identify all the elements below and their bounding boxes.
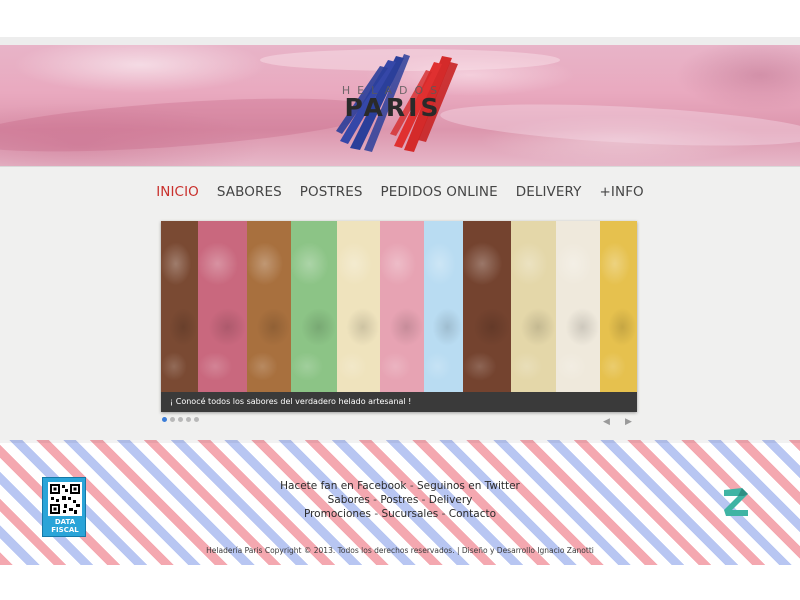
footer-link-sabores[interactable]: Sabores bbox=[328, 494, 370, 506]
banner-swirl bbox=[439, 97, 800, 153]
data-fiscal-badge[interactable]: DATA FISCAL bbox=[42, 477, 86, 537]
footer-link-contacto[interactable]: Contacto bbox=[449, 508, 496, 520]
data-fiscal-label-1: DATA bbox=[54, 518, 76, 526]
flavor-strip bbox=[463, 221, 511, 392]
slider-next-icon[interactable]: ▶ bbox=[625, 417, 632, 427]
flavor-strip bbox=[247, 221, 291, 392]
top-strip bbox=[0, 37, 800, 45]
footer-link-sucursales[interactable]: Sucursales bbox=[381, 508, 438, 520]
slider-dot[interactable] bbox=[170, 417, 175, 422]
slider-dot[interactable] bbox=[194, 417, 199, 422]
footer-separator: - bbox=[421, 494, 426, 506]
footer-separator: - bbox=[374, 508, 379, 520]
footer-link-facebook[interactable]: Hacete fan en Facebook bbox=[280, 480, 406, 492]
nav-item-info[interactable]: +INFO bbox=[591, 181, 653, 203]
bottom-blank bbox=[0, 565, 800, 600]
footer-separator: - bbox=[409, 480, 414, 492]
flavor-strip bbox=[600, 221, 637, 392]
footer-link-twitter[interactable]: Seguinos en Twitter bbox=[417, 480, 520, 492]
slider-prev-icon[interactable]: ◀ bbox=[603, 417, 610, 427]
flavor-strip bbox=[556, 221, 600, 392]
slider-dot[interactable] bbox=[162, 417, 167, 422]
footer-divider bbox=[0, 440, 800, 443]
data-fiscal-label: DATA FISCAL bbox=[43, 518, 87, 534]
nav-item-pedidos-online[interactable]: PEDIDOS ONLINE bbox=[372, 181, 507, 203]
footer-links: Hacete fan en Facebook - Seguinos en Twi… bbox=[200, 479, 600, 521]
footer-link-delivery[interactable]: Delivery bbox=[429, 494, 473, 506]
slider-dot[interactable] bbox=[178, 417, 183, 422]
top-blank bbox=[0, 0, 800, 37]
copyright-text: Heladería Paris Copyright © 2013. Todos … bbox=[206, 546, 594, 555]
slider-caption: ¡ Conocé todos los sabores del verdadero… bbox=[161, 392, 637, 412]
slider-pagination bbox=[162, 417, 199, 423]
footer-separator: - bbox=[373, 494, 377, 506]
nav-item-inicio[interactable]: INICIO bbox=[147, 181, 208, 203]
logo-paris-text: PARIS bbox=[345, 93, 442, 122]
slider-dot[interactable] bbox=[186, 417, 191, 422]
developer-logo-icon[interactable] bbox=[718, 484, 754, 520]
footer-separator: - bbox=[441, 508, 446, 520]
flavor-strip bbox=[511, 221, 556, 392]
flavor-strip bbox=[424, 221, 463, 392]
site-logo[interactable]: HELADOS PARIS bbox=[318, 52, 468, 157]
footer-link-promociones[interactable]: Promociones bbox=[304, 508, 371, 520]
flavor-strip bbox=[380, 221, 424, 392]
data-fiscal-label-2: FISCAL bbox=[51, 526, 79, 534]
qr-code-icon bbox=[48, 482, 82, 516]
nav-item-sabores[interactable]: SABORES bbox=[208, 181, 291, 203]
nav-item-delivery[interactable]: DELIVERY bbox=[507, 181, 591, 203]
image-slider[interactable]: ¡ Conocé todos los sabores del verdadero… bbox=[161, 221, 637, 412]
nav-item-postres[interactable]: POSTRES bbox=[291, 181, 372, 203]
main-nav: INICIO SABORES POSTRES PEDIDOS ONLINE DE… bbox=[0, 181, 800, 203]
flavor-strip bbox=[161, 221, 198, 392]
footer-link-postres[interactable]: Postres bbox=[380, 494, 418, 506]
flavor-strip bbox=[198, 221, 247, 392]
flavor-strip bbox=[337, 221, 380, 392]
flavor-strip bbox=[291, 221, 337, 392]
